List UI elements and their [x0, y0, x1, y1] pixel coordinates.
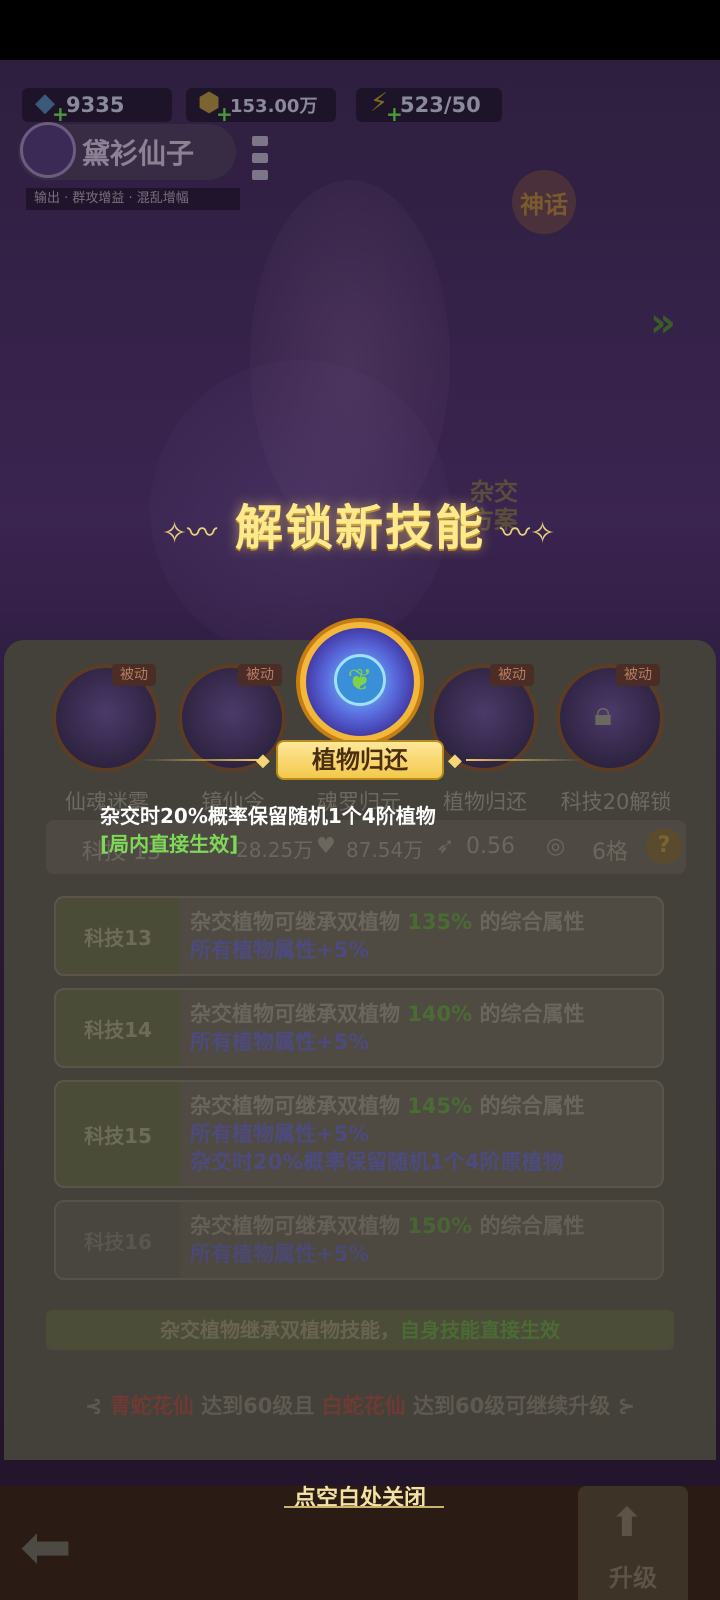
- help-icon[interactable]: ?: [646, 828, 682, 864]
- tech-row-description: 杂交植物可继承双植物 145% 的综合属性 所有植物属性+5% 杂交时20%概率…: [190, 1094, 585, 1174]
- range-icon: ◎: [546, 834, 566, 859]
- banner-line-left: [140, 759, 258, 761]
- status-bar: [0, 0, 720, 60]
- skill-tag-5: 被动: [616, 664, 660, 686]
- skill-name-4: 植物归还: [443, 790, 527, 814]
- new-skill-name: 植物归还: [276, 740, 444, 780]
- health-value: 87.54万: [346, 838, 424, 862]
- tech-row-description: 杂交植物可继承双植物 150% 的综合属性 所有植物属性+5%: [190, 1214, 585, 1266]
- skill-tag-1: 被动: [112, 664, 156, 686]
- title-swirl-right-icon: 〰✧: [500, 516, 556, 551]
- diamond-value: 9335: [66, 93, 125, 117]
- hero-class-icon: [20, 122, 76, 178]
- upgrade-requirement: ⊰ 青蛇花仙 达到60级且 白蛇花仙 达到60级可继续升级 ⊱: [84, 1394, 636, 1418]
- hero-menu-icon[interactable]: [252, 136, 268, 180]
- right-ornament-icon: ⊱: [617, 1394, 636, 1418]
- banner-diamond-right-icon: ◆: [448, 750, 462, 771]
- rarity-badge: 神话: [512, 170, 576, 234]
- tech-row: 科技13 杂交植物可继承双植物 135% 的综合属性 所有植物属性+5%: [54, 896, 664, 976]
- energy-value: 523/50: [400, 93, 481, 117]
- left-ornament-icon: ⊰: [84, 1394, 110, 1418]
- tech-row: 科技14 杂交植物可继承双植物 140% 的综合属性 所有植物属性+5%: [54, 988, 664, 1068]
- skill-name-5: 科技20解锁: [560, 790, 672, 814]
- coin-counter[interactable]: ⬢ + 153.00万: [186, 88, 336, 126]
- coin-value: 153.00万: [230, 96, 318, 117]
- skill-tag-2: 被动: [238, 664, 282, 686]
- unlock-title: 解锁新技能: [234, 500, 485, 556]
- hero-name: 黛衫仙子: [82, 137, 195, 170]
- tech-row-label: 科技13: [56, 898, 180, 974]
- banner-line-right: [466, 759, 584, 761]
- tech-row-description: 杂交植物可继承双植物 135% 的综合属性 所有植物属性+5%: [190, 910, 585, 962]
- speed-icon: ➶: [436, 834, 455, 859]
- back-arrow-icon[interactable]: ⬅: [20, 1510, 72, 1583]
- diamond-counter[interactable]: ◆ + 9335: [22, 88, 172, 126]
- close-hint-underline: [284, 1506, 444, 1508]
- tech-row-description: 杂交植物可继承双植物 140% 的综合属性 所有植物属性+5%: [190, 1002, 585, 1054]
- inherit-note: 杂交植物继承双植物技能，自身技能直接生效: [46, 1310, 674, 1350]
- tech-row-label: 科技15: [56, 1082, 180, 1186]
- add-energy-icon[interactable]: +: [386, 102, 403, 126]
- energy-counter[interactable]: ⚡ + 523/50: [356, 88, 502, 126]
- slot-value: 6格: [592, 840, 628, 865]
- next-hero-arrow-icon[interactable]: »: [650, 300, 676, 346]
- new-skill-description: 杂交时20%概率保留随机1个4阶植物: [100, 804, 436, 828]
- health-icon: ♥: [316, 834, 336, 859]
- hero-tags: 输出 · 群攻增益 · 混乱增幅: [26, 188, 240, 210]
- tech-row: 科技15 杂交植物可继承双植物 145% 的综合属性 所有植物属性+5% 杂交时…: [54, 1080, 664, 1188]
- sprout-icon: ❦: [334, 654, 386, 706]
- tech-row-label: 科技16: [56, 1202, 180, 1278]
- banner-diamond-left-icon: ◆: [256, 750, 270, 771]
- skill-tag-4: 被动: [490, 664, 534, 686]
- add-coin-icon[interactable]: +: [216, 102, 233, 126]
- tech-row: 科技16 杂交植物可继承双植物 150% 的综合属性 所有植物属性+5%: [54, 1200, 664, 1280]
- new-skill-effect: [局内直接生效]: [100, 832, 239, 856]
- lock-icon: 🔒︎: [594, 694, 613, 734]
- attack-value: 28.25万: [236, 838, 314, 862]
- speed-value: 0.56: [466, 834, 515, 859]
- tech-row-label: 科技14: [56, 990, 180, 1066]
- new-skill-icon: ❦: [306, 628, 414, 736]
